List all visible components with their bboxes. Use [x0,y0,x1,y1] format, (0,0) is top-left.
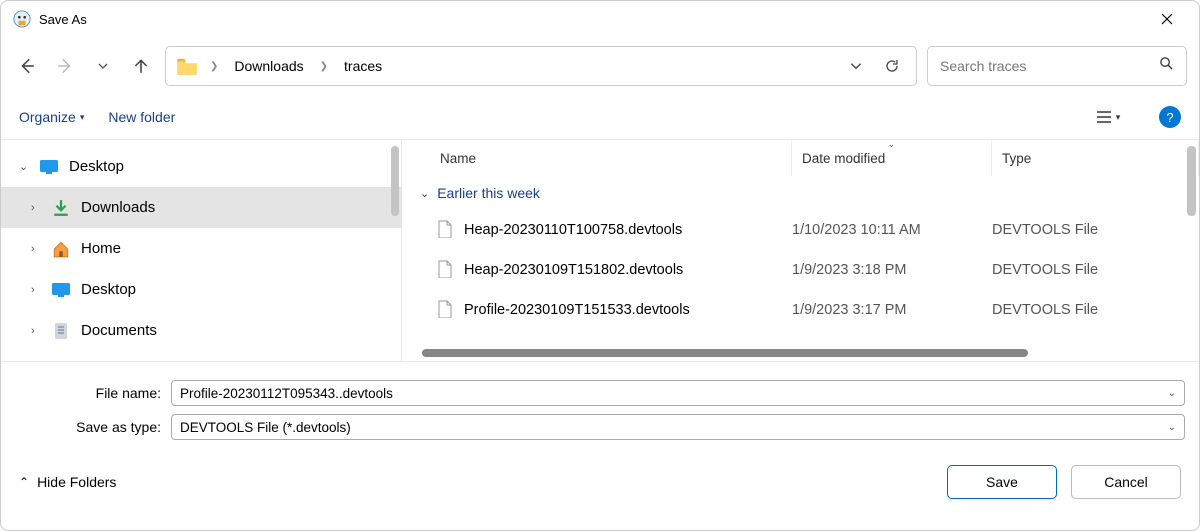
recent-dropdown[interactable] [89,52,117,80]
save-type-label: Save as type: [15,419,161,435]
filelist-hscrollbar[interactable] [422,349,1179,357]
folder-icon [176,57,198,75]
sidebar-item-downloads[interactable]: › Downloads [1,187,401,228]
file-list: Name ⌄ Date modified Type ⌄ Earlier this… [401,140,1199,361]
help-button[interactable]: ? [1159,106,1181,128]
up-button[interactable] [127,52,155,80]
save-button[interactable]: Save [947,465,1057,499]
file-name-input[interactable] [180,386,1160,401]
save-type-value: DEVTOOLS File (*.devtools) [180,420,1160,435]
refresh-button[interactable] [878,52,906,80]
new-folder-button[interactable]: New folder [108,109,175,125]
file-date: 1/9/2023 3:17 PM [792,302,992,318]
save-type-dropdown[interactable]: ⌄ [1160,422,1176,433]
file-icon [438,220,454,240]
chevron-down-icon: ▾ [1116,112,1121,123]
title-bar: Save As [1,1,1199,37]
window-title: Save As [39,12,1147,27]
column-date-modified[interactable]: ⌄ Date modified [792,140,992,176]
sidebar-item-label: Home [81,240,121,257]
chevron-down-icon: ▾ [80,112,85,123]
chevron-right-icon[interactable]: ❯ [206,61,222,72]
column-date-label: Date modified [802,151,885,166]
file-row[interactable]: Profile-20230109T151533.devtools 1/9/202… [402,290,1199,330]
search-icon[interactable] [1159,56,1174,76]
back-button[interactable] [13,52,41,80]
sidebar-item-label: Desktop [69,158,124,175]
main-area: ⌄ Desktop › Downloads › Home › De [1,139,1199,361]
sidebar-item-label: Documents [81,322,157,339]
save-inputs: File name: ⌄ Save as type: DEVTOOLS File… [1,361,1199,450]
home-icon [51,239,71,259]
file-icon [438,260,454,280]
file-name-dropdown[interactable]: ⌄ [1160,388,1176,399]
sidebar-item-desktop[interactable]: › Desktop [1,269,401,310]
sidebar-item-desktop-root[interactable]: ⌄ Desktop [1,146,401,187]
sort-indicator-icon: ⌄ [888,139,896,150]
search-box[interactable] [927,46,1187,86]
sidebar-scrollbar[interactable] [391,146,399,216]
file-row[interactable]: Heap-20230109T151802.devtools 1/9/2023 3… [402,250,1199,290]
hide-folders-button[interactable]: ⌃ Hide Folders [19,474,116,490]
group-label: Earlier this week [437,185,540,201]
column-name[interactable]: Name [402,140,792,176]
file-type: DEVTOOLS File [992,302,1199,318]
sidebar: ⌄ Desktop › Downloads › Home › De [1,140,401,361]
file-name-field[interactable]: ⌄ [171,380,1185,406]
group-earlier-this-week[interactable]: ⌄ Earlier this week [402,176,1199,210]
hide-folders-label: Hide Folders [37,474,116,490]
close-button[interactable] [1147,1,1187,37]
forward-button[interactable] [51,52,79,80]
search-input[interactable] [940,58,1159,74]
sidebar-item-label: Desktop [81,281,136,298]
column-headers: Name ⌄ Date modified Type [402,140,1199,176]
desktop-icon [39,157,59,177]
file-date: 1/10/2023 10:11 AM [792,222,992,238]
address-dropdown[interactable] [842,52,870,80]
save-type-field[interactable]: DEVTOOLS File (*.devtools) ⌄ [171,414,1185,440]
file-type: DEVTOOLS File [992,222,1199,238]
app-icon [13,10,31,28]
footer: ⌃ Hide Folders Save Cancel [1,450,1199,514]
file-name: Profile-20230109T151533.devtools [464,302,690,318]
chevron-right-icon[interactable]: › [31,243,45,255]
file-icon [438,300,454,320]
download-icon [51,198,71,218]
toolbar: Organize ▾ New folder ▾ ? [1,95,1199,139]
chevron-up-icon: ⌃ [19,475,29,489]
chevron-right-icon[interactable]: ❯ [316,61,332,72]
file-row[interactable]: Heap-20230110T100758.devtools 1/10/2023 … [402,210,1199,250]
desktop-icon [51,280,71,300]
file-type: DEVTOOLS File [992,262,1199,278]
address-bar[interactable]: ❯ Downloads ❯ traces [165,46,917,86]
chevron-right-icon[interactable]: › [31,284,45,296]
sidebar-item-documents[interactable]: › Documents [1,310,401,351]
navigation-row: ❯ Downloads ❯ traces [1,37,1199,95]
organize-menu[interactable]: Organize ▾ [19,109,84,125]
breadcrumb-traces[interactable]: traces [340,56,386,76]
view-options-button[interactable]: ▾ [1091,102,1125,132]
sidebar-item-label: Downloads [81,199,155,216]
chevron-right-icon[interactable]: › [31,325,45,337]
column-type[interactable]: Type [992,140,1199,176]
chevron-down-icon: ⌄ [420,187,429,200]
sidebar-item-home[interactable]: › Home [1,228,401,269]
organize-label: Organize [19,109,76,125]
cancel-button[interactable]: Cancel [1071,465,1181,499]
chevron-right-icon[interactable]: › [31,202,45,214]
chevron-down-icon[interactable]: ⌄ [19,160,33,173]
file-name-label: File name: [15,385,161,401]
file-name: Heap-20230109T151802.devtools [464,262,683,278]
documents-icon [51,321,71,341]
file-name: Heap-20230110T100758.devtools [464,222,682,238]
breadcrumb-downloads[interactable]: Downloads [230,56,307,76]
file-date: 1/9/2023 3:18 PM [792,262,992,278]
